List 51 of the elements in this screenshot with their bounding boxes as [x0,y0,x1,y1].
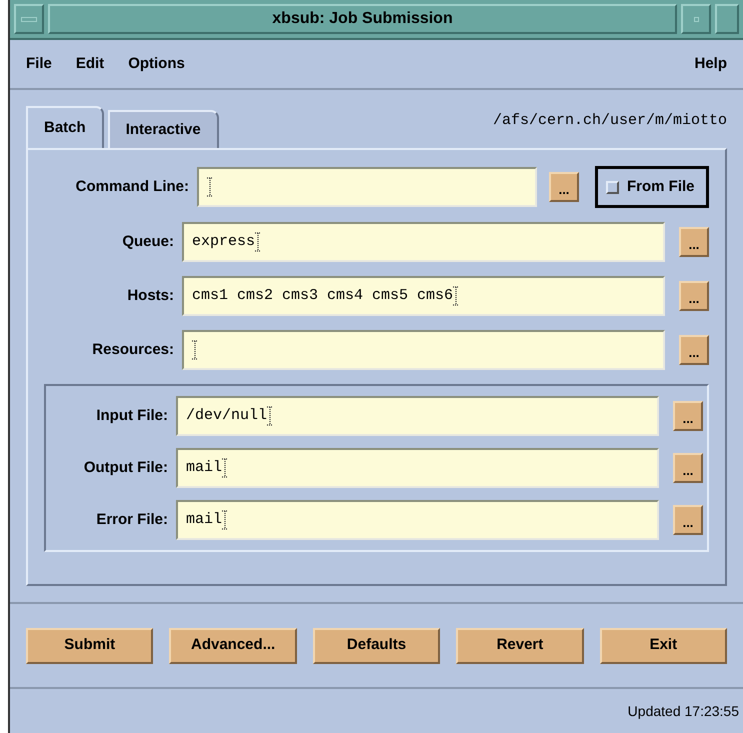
action-button[interactable]: Advanced... [169,628,297,664]
menu-item[interactable]: Help [694,52,727,76]
text-field[interactable]: mail [176,500,659,540]
text-field[interactable]: cms1 cms2 cms3 cms4 cms5 cms6 [182,276,665,316]
field-label: Command Line: [74,176,189,197]
browse-button[interactable]: ... [679,281,709,311]
browse-button[interactable]: ... [679,227,709,257]
field-label: Error File: [95,510,168,530]
text-cursor-icon [267,406,274,426]
text-field[interactable]: /dev/null [176,396,659,436]
from-file-toggle[interactable]: From File [595,166,709,208]
field-value: mail [186,510,222,530]
browse-button[interactable]: ... [673,505,703,535]
menu-item[interactable]: File [26,52,52,76]
text-field[interactable] [197,167,537,207]
status-text: Updated 17:23:55 [628,702,739,721]
action-button[interactable]: Exit [600,628,728,664]
text-cursor-icon [453,286,460,306]
action-button[interactable]: Defaults [312,628,440,664]
window-title: xbsub: Job Submission [272,9,453,29]
text-cursor-icon [192,340,198,360]
directory-path: /afs/cern.ch/user/m/miotto [492,111,727,131]
text-cursor-icon [207,177,213,197]
menu-item[interactable]: Options [128,52,185,76]
window-menu-icon[interactable] [14,4,44,34]
tab[interactable]: Batch [26,106,104,148]
browse-button[interactable]: ... [673,453,703,483]
tab[interactable]: Interactive [108,110,219,148]
field-value: mail [186,458,222,478]
text-cursor-icon [222,458,228,478]
field-label: Queue: [121,232,174,252]
field-label: Output File: [82,458,168,478]
text-field[interactable]: mail [176,448,659,488]
menu-item[interactable]: Edit [76,52,104,76]
text-cursor-icon [222,510,228,530]
minimize-icon[interactable] [681,4,711,34]
text-field[interactable]: express [182,222,665,262]
action-button[interactable]: Revert [456,628,584,664]
maximize-icon[interactable] [715,4,739,34]
text-field[interactable] [182,330,665,370]
action-button[interactable]: Submit [26,628,154,664]
field-value: cms1 cms2 cms3 cms4 cms5 cms6 [192,286,454,306]
field-label: Input File: [95,406,168,426]
field-value: express [192,232,256,252]
browse-button[interactable]: ... [673,401,703,431]
field-label: Hosts: [126,286,174,306]
browse-button[interactable]: ... [679,335,709,365]
field-label: Resources: [91,340,174,360]
browse-button[interactable]: ... [549,172,579,202]
field-value: /dev/null [186,406,268,426]
text-cursor-icon [255,232,262,252]
